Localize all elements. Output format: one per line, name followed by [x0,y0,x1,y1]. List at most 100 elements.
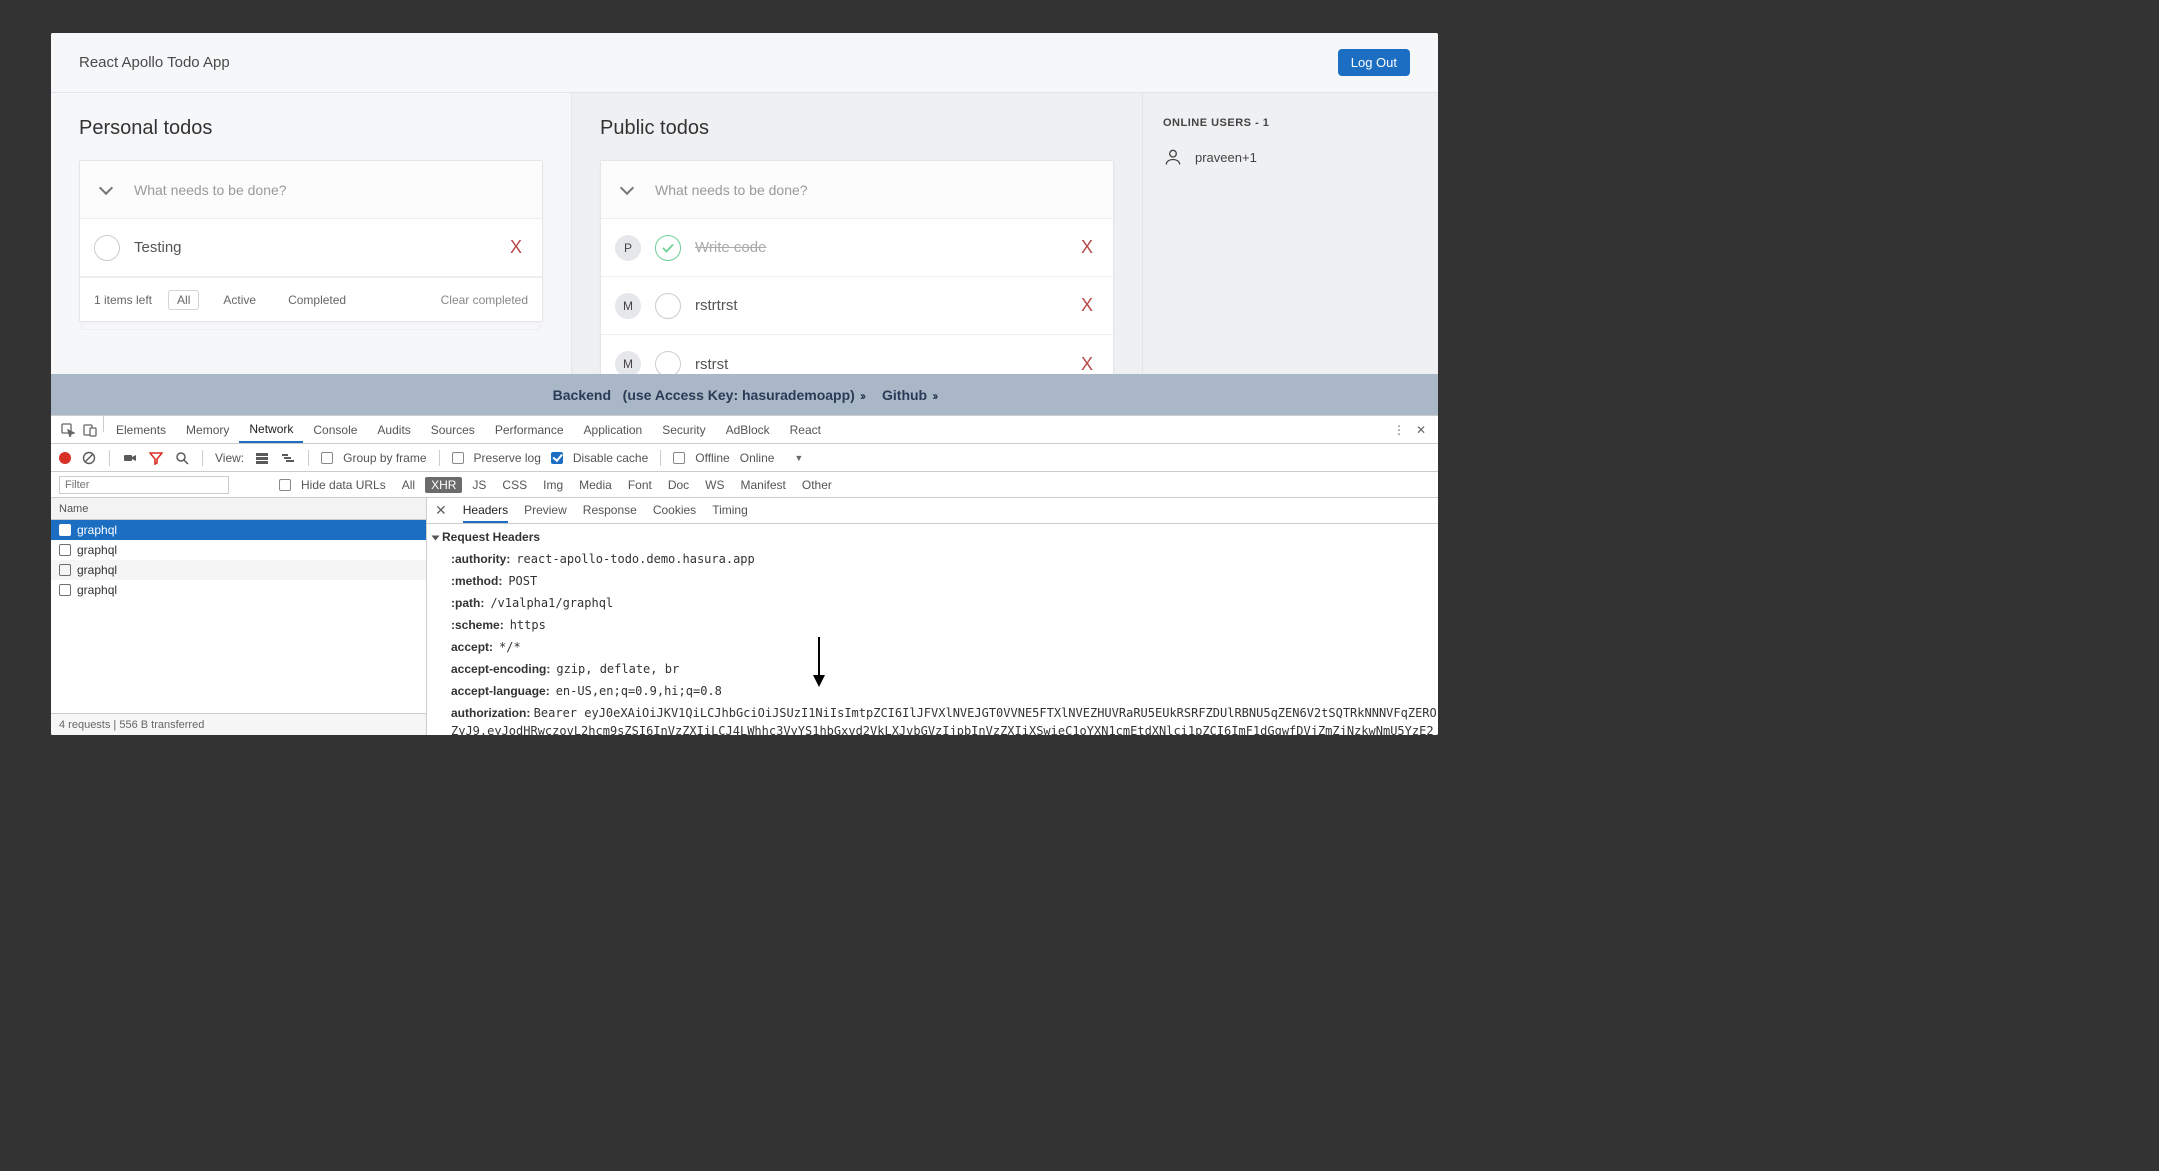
devtools-tab-security[interactable]: Security [652,416,715,443]
online-user-name: praveen+1 [1195,150,1257,165]
detail-tab-preview[interactable]: Preview [524,499,567,523]
public-todo-input[interactable] [655,182,1095,198]
clear-icon[interactable] [81,450,97,466]
header-row: :scheme:https [433,614,1438,636]
header-value: /v1alpha1/graphql [490,594,613,612]
detail-tab-headers[interactable]: Headers [463,499,508,523]
todo-text: Testing [134,239,490,256]
header-key: :path: [451,594,484,612]
preserve-log-checkbox[interactable] [452,452,464,464]
github-link[interactable]: Github ›› [882,387,936,403]
filter-type-other[interactable]: Other [796,477,838,493]
throttle-select[interactable]: Online ▼ [740,451,804,465]
app-title: React Apollo Todo App [79,54,230,71]
filter-input[interactable] [59,476,229,494]
header-row: accept:*/* [433,636,1438,658]
detail-body[interactable]: Request Headers :authority:react-apollo-… [427,524,1438,735]
filter-type-img[interactable]: Img [537,477,569,493]
request-name: graphql [77,583,117,597]
filter-type-ws[interactable]: WS [699,477,730,493]
filter-icon[interactable] [148,450,164,466]
request-row[interactable]: graphql [51,580,426,600]
devtools-close-icon[interactable]: ✕ [1410,416,1432,443]
filter-type-font[interactable]: Font [622,477,658,493]
devtools-menu-icon[interactable]: ⋮ [1388,416,1410,443]
user-icon [1163,147,1183,167]
header-row: accept-encoding:gzip, deflate, br [433,658,1438,680]
logout-button[interactable]: Log Out [1338,49,1410,76]
request-list: graphqlgraphqlgraphqlgraphql [51,520,426,713]
request-headers-section[interactable]: Request Headers [433,528,1438,548]
github-label: Github [882,387,927,403]
group-by-frame-checkbox[interactable] [321,452,333,464]
request-row[interactable]: graphql [51,520,426,540]
hide-data-urls-checkbox[interactable] [279,479,291,491]
search-icon[interactable] [174,450,190,466]
delete-todo-button[interactable]: X [1075,291,1099,320]
personal-todo-input[interactable] [134,182,524,198]
camera-icon[interactable] [122,450,138,466]
network-content: Name graphqlgraphqlgraphqlgraphql 4 requ… [51,498,1438,735]
offline-checkbox[interactable] [673,452,685,464]
header-key: authorization: [451,706,530,720]
devtools-tab-network[interactable]: Network [239,416,303,443]
filter-type-css[interactable]: CSS [496,477,533,493]
delete-todo-button[interactable]: X [1075,350,1099,375]
public-title: Public todos [600,117,1114,140]
delete-todo-button[interactable]: X [504,233,528,262]
filter-type-doc[interactable]: Doc [662,477,695,493]
todo-checkbox[interactable] [94,235,120,261]
backend-link[interactable]: Backend (use Access Key: hasurademoapp) … [553,387,864,403]
header-key: :authority: [451,550,510,568]
devtools-panel: ElementsMemoryNetworkConsoleAuditsSource… [51,415,1438,735]
public-input-row [601,161,1113,219]
record-button[interactable] [59,452,71,464]
waterfall-icon[interactable] [280,450,296,466]
file-icon [59,584,71,596]
todo-checkbox[interactable] [655,235,681,261]
app-window: React Apollo Todo App Log Out Personal t… [51,33,1438,735]
detail-tab-response[interactable]: Response [583,499,637,523]
detail-tab-timing[interactable]: Timing [712,499,748,523]
todo-checkbox[interactable] [655,293,681,319]
devtools-tab-audits[interactable]: Audits [367,416,420,443]
devtools-tab-adblock[interactable]: AdBlock [716,416,780,443]
detail-tab-cookies[interactable]: Cookies [653,499,696,523]
filter-active-button[interactable]: Active [215,291,264,309]
disable-cache-label: Disable cache [573,451,648,465]
filter-type-manifest[interactable]: Manifest [735,477,792,493]
close-detail-icon[interactable]: ✕ [435,502,447,519]
double-chevron-icon: ›› [931,389,936,403]
devtools-tab-sources[interactable]: Sources [421,416,485,443]
devtools-tab-application[interactable]: Application [574,416,653,443]
filter-all-button[interactable]: All [168,290,199,310]
request-row[interactable]: graphql [51,560,426,580]
online-user: praveen+1 [1163,147,1418,167]
devtools-tab-react[interactable]: React [780,416,831,443]
large-rows-icon[interactable] [254,450,270,466]
filter-type-xhr[interactable]: XHR [425,477,462,493]
header-row: :authority:react-apollo-todo.demo.hasura… [433,548,1438,570]
device-toolbar-icon[interactable] [79,416,101,443]
header-row: accept-language:en-US,en;q=0.9,hi;q=0.8 [433,680,1438,702]
filter-type-media[interactable]: Media [573,477,618,493]
inspect-element-icon[interactable] [57,416,79,443]
disable-cache-checkbox[interactable] [551,452,563,464]
todo-checkbox[interactable] [655,351,681,374]
filter-type-js[interactable]: JS [466,477,492,493]
filter-completed-button[interactable]: Completed [280,291,354,309]
request-row[interactable]: graphql [51,540,426,560]
file-icon [59,524,71,536]
filter-type-all[interactable]: All [396,477,421,493]
chevron-down-icon[interactable] [98,181,116,199]
offline-label: Offline [695,451,729,465]
devtools-tab-memory[interactable]: Memory [176,416,239,443]
devtools-tab-performance[interactable]: Performance [485,416,574,443]
devtools-tab-elements[interactable]: Elements [106,416,176,443]
header-key: :scheme: [451,616,504,634]
group-by-frame-label: Group by frame [343,451,426,465]
clear-completed-button[interactable]: Clear completed [441,293,528,307]
delete-todo-button[interactable]: X [1075,233,1099,262]
devtools-tab-console[interactable]: Console [303,416,367,443]
chevron-down-icon[interactable] [619,181,637,199]
